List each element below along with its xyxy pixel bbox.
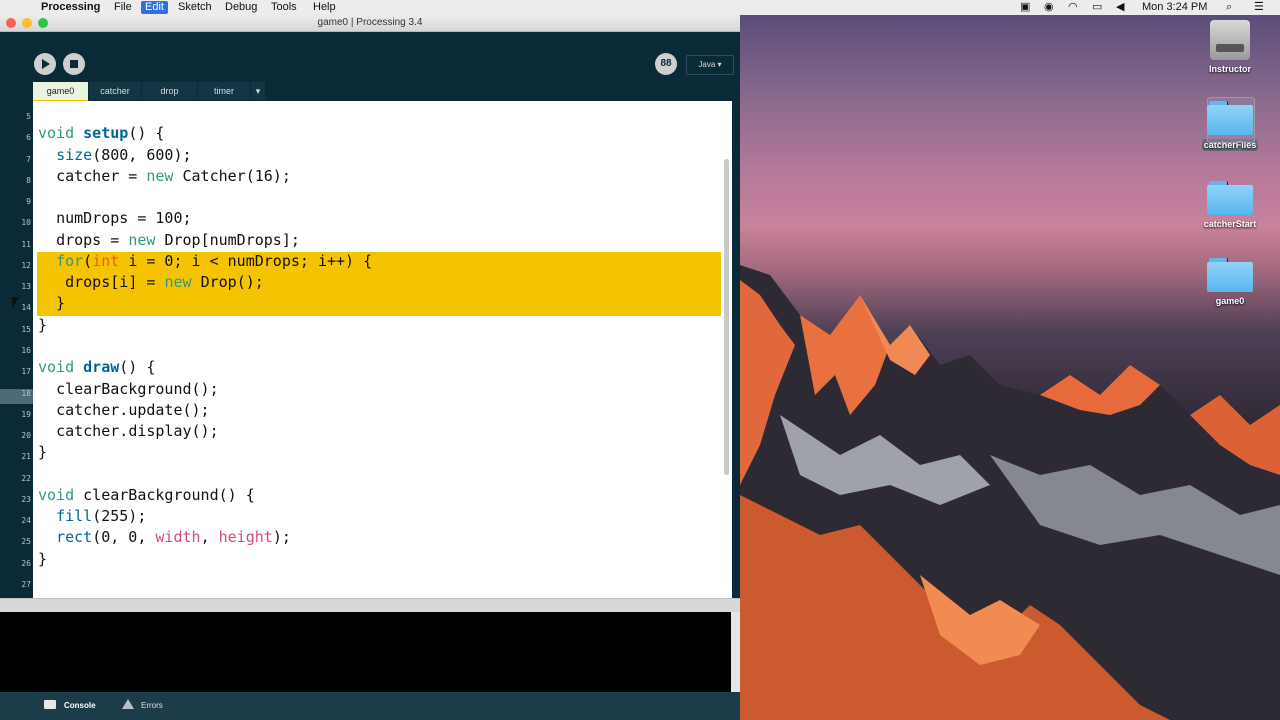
console-tabs-bar: Console Errors — [0, 692, 740, 720]
menu-tools[interactable]: Tools — [267, 1, 301, 14]
menu-sketch[interactable]: Sketch — [174, 1, 216, 14]
clock[interactable]: Mon 3:24 PM — [1142, 1, 1207, 14]
desktop-icon-game0[interactable]: game0 — [1190, 258, 1270, 306]
spotlight-search-icon[interactable]: ⌕ — [1226, 1, 1232, 14]
mode-selector[interactable]: Java ▾ — [686, 55, 734, 75]
tab-menu-button[interactable]: ▾ — [251, 82, 266, 100]
code-line[interactable]: rect(0, 0, width, height); — [38, 528, 291, 546]
tab-catcher[interactable]: catcher — [89, 82, 142, 100]
line-number: 5 — [26, 112, 31, 121]
desktop-icon-catcherfiles[interactable]: catcherFiles — [1190, 97, 1270, 153]
screen-record-icon[interactable]: ▣ — [1020, 1, 1030, 14]
console-icon — [44, 700, 56, 709]
line-number: 16 — [21, 345, 31, 355]
stop-button[interactable] — [63, 53, 85, 75]
line-number: 27 — [21, 579, 31, 589]
line-number: 11 — [21, 239, 31, 249]
console-tab[interactable]: Console — [64, 701, 96, 710]
tab-drop[interactable]: drop — [142, 82, 198, 100]
airplay-icon[interactable]: ▭ — [1092, 1, 1102, 14]
line-number: 21 — [21, 452, 31, 462]
toolbar: 88 Java ▾ — [0, 32, 740, 82]
wifi-icon[interactable]: ◠ — [1068, 1, 1078, 14]
console-divider[interactable] — [0, 598, 740, 613]
code-line[interactable]: catcher = new Catcher(16); — [38, 167, 291, 185]
code-line[interactable]: catcher.display(); — [38, 422, 219, 440]
close-window-button[interactable] — [6, 18, 16, 28]
folder-icon — [1207, 101, 1253, 135]
line-number: 26 — [21, 558, 31, 568]
apple-menu-icon[interactable] — [12, 0, 20, 13]
drive-icon — [1210, 20, 1250, 60]
creative-cloud-icon[interactable]: ◉ — [1044, 1, 1054, 14]
code-line[interactable]: } — [38, 550, 47, 568]
menu-edit[interactable]: Edit — [141, 1, 168, 14]
notification-center-icon[interactable]: ☰ — [1254, 1, 1264, 14]
window-title: game0 | Processing 3.4 — [317, 17, 423, 28]
console-output[interactable] — [0, 612, 731, 692]
code-line[interactable]: void setup() { — [38, 124, 164, 142]
debug-button[interactable]: 88 — [655, 53, 677, 75]
code-line[interactable]: } — [38, 443, 47, 461]
code-line[interactable]: catcher.update(); — [38, 401, 210, 419]
desktop-icon-catcherstart[interactable]: catcherStart — [1190, 181, 1270, 229]
code-line[interactable]: clearBackground(); — [38, 380, 219, 398]
folder-icon — [1207, 258, 1253, 292]
window-titlebar[interactable]: game0 | Processing 3.4 — [0, 15, 740, 32]
line-number: 22 — [21, 473, 31, 483]
code-line[interactable]: size(800, 600); — [38, 146, 191, 164]
console-scrollbar[interactable] — [731, 612, 740, 692]
line-number: 6 — [26, 133, 31, 143]
tab-timer[interactable]: timer — [198, 82, 251, 100]
line-number: 13 — [21, 282, 31, 292]
minimize-window-button[interactable] — [22, 18, 32, 28]
warning-icon — [122, 699, 134, 709]
code-line[interactable]: } — [38, 294, 65, 312]
menu-file[interactable]: File — [110, 1, 136, 14]
errors-tab[interactable]: Errors — [141, 701, 163, 710]
desktop-icon-label: game0 — [1215, 296, 1245, 306]
mouse-pointer-icon — [12, 297, 19, 309]
folder-icon — [1207, 181, 1253, 215]
zoom-window-button[interactable] — [38, 18, 48, 28]
processing-window: game0 | Processing 3.4 88 Java ▾ game0 c… — [0, 15, 740, 720]
line-number: 8 — [26, 175, 31, 185]
line-number: 25 — [21, 537, 31, 547]
code-line[interactable]: } — [38, 316, 47, 334]
code-line[interactable]: drops[i] = new Drop(); — [38, 273, 264, 291]
menu-debug[interactable]: Debug — [221, 1, 261, 14]
line-number: 10 — [21, 218, 31, 228]
line-number: 12 — [21, 260, 31, 270]
code-line[interactable]: fill(255); — [38, 507, 146, 525]
line-number-gutter: 5 6 7 8 9 10 11 12 13 14 15 16 17 18 19 20 21 22 23 24 25 26 2… — [0, 101, 33, 598]
desktop-icon-label: Instructor — [1208, 64, 1251, 74]
editor-scrollbar[interactable] — [721, 101, 732, 598]
code-line[interactable]: for(int i = 0; i < numDrops; i++) { — [38, 252, 372, 270]
editor-scrollbar-thumb[interactable] — [724, 159, 729, 475]
volume-icon[interactable]: ◀ — [1116, 1, 1124, 14]
tab-game0[interactable]: game0 — [33, 82, 89, 102]
line-number: 23 — [21, 494, 31, 504]
code-line[interactable]: drops = new Drop[numDrops]; — [38, 231, 300, 249]
run-button[interactable] — [34, 53, 56, 75]
menu-help[interactable]: Help — [309, 1, 340, 14]
line-number: 17 — [21, 367, 31, 377]
line-number: 24 — [21, 516, 31, 526]
desktop: Instructor catcherFiles catcherStart gam… — [740, 15, 1280, 720]
line-number: 19 — [21, 409, 31, 419]
code-line[interactable]: void draw() { — [38, 358, 155, 376]
line-number: 9 — [26, 197, 31, 207]
line-number: 15 — [21, 324, 31, 334]
desktop-icon-instructor[interactable]: Instructor — [1190, 20, 1270, 74]
desktop-icon-label: catcherStart — [1203, 219, 1257, 229]
code-line[interactable]: void clearBackground() { — [38, 486, 255, 504]
line-number: 7 — [26, 154, 31, 164]
app-menu[interactable]: Processing — [37, 1, 104, 14]
line-number: 18 — [21, 388, 31, 398]
code-editor[interactable]: void setup() { size(800, 600); catcher =… — [33, 101, 721, 598]
menubar: Processing File Edit Sketch Debug Tools … — [0, 0, 1280, 16]
code-line[interactable]: numDrops = 100; — [38, 209, 191, 227]
line-number: 20 — [21, 431, 31, 441]
